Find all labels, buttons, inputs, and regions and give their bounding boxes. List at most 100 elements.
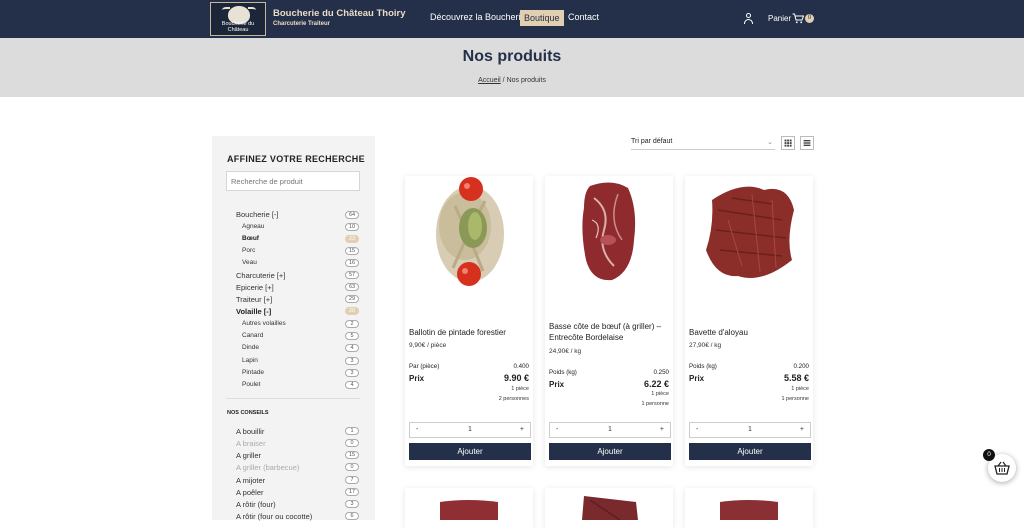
basket-icon: [994, 461, 1010, 475]
conseil-a-poeler[interactable]: A poêler: [236, 488, 264, 497]
product-measure-value: 0.250: [653, 369, 669, 376]
breadcrumb-current: Nos produits: [506, 77, 546, 84]
user-body-shape: [744, 19, 753, 24]
category-count: 57: [345, 271, 359, 279]
brand-title[interactable]: Boucherie du Château Thoiry: [273, 8, 406, 19]
floating-cart-count: 0: [983, 449, 995, 461]
site-logo[interactable]: Boucherie du Château: [210, 2, 266, 36]
product-image-basse-cote[interactable]: [578, 180, 640, 284]
category-count: 10: [345, 223, 359, 231]
nav-contact[interactable]: Contact: [568, 12, 599, 22]
category-pintade[interactable]: Pintade: [242, 369, 264, 376]
add-to-cart-button[interactable]: Ajouter: [549, 443, 671, 460]
product-name[interactable]: Basse côte de bœuf (à griller) – Entrecô…: [549, 321, 671, 343]
product-unit-price: 27,90€ / kg: [689, 342, 722, 349]
conseil-a-rotir-four[interactable]: A rôtir (four): [236, 500, 276, 509]
product-search-input[interactable]: [226, 171, 360, 191]
qty-plus-button[interactable]: +: [800, 426, 804, 433]
quantity-stepper: - 1 +: [409, 422, 531, 438]
product-measure-label: Poids (kg): [549, 369, 577, 376]
quantity-stepper: - 1 +: [549, 422, 671, 438]
product-measure-value: 0.200: [793, 363, 809, 370]
category-charcuterie[interactable]: Charcuterie [+]: [236, 271, 285, 280]
product-measure-label: Par (pièce): [409, 363, 440, 370]
filter-heading: AFFINEZ VOTRE RECHERCHE: [227, 154, 365, 164]
product-persons: 1 personne: [781, 396, 809, 402]
cart-icon[interactable]: [792, 13, 804, 24]
conseil-count: 6: [345, 512, 359, 520]
conseil-count: 3: [345, 500, 359, 508]
conseil-count: 15: [345, 451, 359, 459]
category-count: 16: [345, 259, 359, 267]
product-name[interactable]: Ballotin de pintade forestier: [409, 327, 531, 338]
conseil-count: 0: [345, 439, 359, 447]
category-count: 20: [345, 307, 359, 315]
category-boucherie[interactable]: Boucherie [-]: [236, 210, 279, 219]
qty-value[interactable]: 1: [690, 426, 810, 433]
category-traiteur[interactable]: Traiteur [+]: [236, 295, 272, 304]
product-price: 6.22 €: [643, 379, 669, 389]
product-image-ballotin[interactable]: [425, 176, 515, 288]
page-title: Nos produits: [462, 48, 562, 65]
category-count: 64: [345, 211, 359, 219]
qty-plus-button[interactable]: +: [660, 426, 664, 433]
category-count: 15: [345, 247, 359, 255]
nav-boutique[interactable]: Boutique: [520, 10, 564, 26]
conseil-count: 17: [345, 488, 359, 496]
category-agneau[interactable]: Agneau: [242, 223, 264, 230]
product-unit-price: 24,90€ / kg: [549, 348, 582, 355]
qty-value[interactable]: 1: [410, 426, 530, 433]
conseil-a-braiser[interactable]: A braiser: [236, 439, 266, 448]
page-hero: [0, 38, 1024, 97]
product-image-next-2[interactable]: [580, 494, 640, 520]
conseil-a-mijoter[interactable]: A mijoter: [236, 476, 265, 485]
category-veau[interactable]: Veau: [242, 259, 257, 266]
grid-view-icon[interactable]: [781, 136, 795, 150]
conseils-heading: NOS CONSEILS: [227, 410, 269, 416]
product-persons: 1 personne: [641, 401, 669, 407]
add-to-cart-button[interactable]: Ajouter: [689, 443, 811, 460]
add-to-cart-button[interactable]: Ajouter: [409, 443, 531, 460]
category-poulet[interactable]: Poulet: [242, 381, 260, 388]
category-count: 23: [345, 235, 359, 243]
list-view-icon[interactable]: [800, 136, 814, 150]
brand-subtitle: Charcuterie Traiteur: [273, 21, 331, 27]
product-pieces: 1 pièce: [791, 386, 809, 392]
product-image-bavette[interactable]: [702, 180, 796, 284]
category-canard[interactable]: Canard: [242, 332, 263, 339]
category-epicerie[interactable]: Epicerie [+]: [236, 283, 274, 292]
user-account-icon[interactable]: [743, 13, 753, 24]
breadcrumb-home-link[interactable]: Accueil: [478, 77, 501, 84]
category-count: 3: [345, 357, 359, 365]
conseil-a-bouillir[interactable]: A bouillir: [236, 427, 264, 436]
category-count: 4: [345, 381, 359, 389]
product-image-next-1[interactable]: [438, 498, 500, 520]
category-dinde[interactable]: Dinde: [242, 344, 259, 351]
category-porc[interactable]: Porc: [242, 247, 255, 254]
product-image-next-3[interactable]: [718, 498, 780, 520]
logo-text: Boucherie du Château: [221, 21, 255, 33]
product-price-label: Prix: [409, 374, 425, 383]
chevron-down-icon: ⌄: [767, 139, 773, 146]
qty-plus-button[interactable]: +: [520, 426, 524, 433]
product-name[interactable]: Bavette d'aloyau: [689, 327, 811, 338]
conseil-count: 1: [345, 427, 359, 435]
product-measure-value: 0.400: [513, 363, 529, 370]
product-unit-price: 9,90€ / pièce: [409, 342, 447, 349]
category-boeuf[interactable]: Bœuf: [242, 235, 259, 242]
nav-decouvrez[interactable]: Découvrez la Boucherie: [430, 12, 526, 22]
product-persons: 2 personnes: [498, 396, 529, 402]
breadcrumb: Accueil / Nos produits: [0, 77, 1024, 84]
user-head-shape: [746, 13, 751, 18]
product-price-label: Prix: [689, 374, 705, 383]
product-price: 9.90 €: [503, 373, 529, 383]
conseil-a-griller[interactable]: A griller: [236, 451, 261, 460]
sort-select[interactable]: Tri par défaut ⌄: [631, 138, 775, 150]
conseil-a-griller-barbecue[interactable]: A griller (barbecue): [236, 463, 299, 472]
cart-label[interactable]: Panier: [768, 14, 791, 23]
product-pieces: 1 pièce: [511, 386, 529, 392]
qty-value[interactable]: 1: [550, 426, 670, 433]
category-lapin[interactable]: Lapin: [242, 357, 258, 364]
category-volaille[interactable]: Volaille [-]: [236, 307, 271, 316]
category-autres-volailles[interactable]: Autres volailles: [242, 320, 286, 327]
